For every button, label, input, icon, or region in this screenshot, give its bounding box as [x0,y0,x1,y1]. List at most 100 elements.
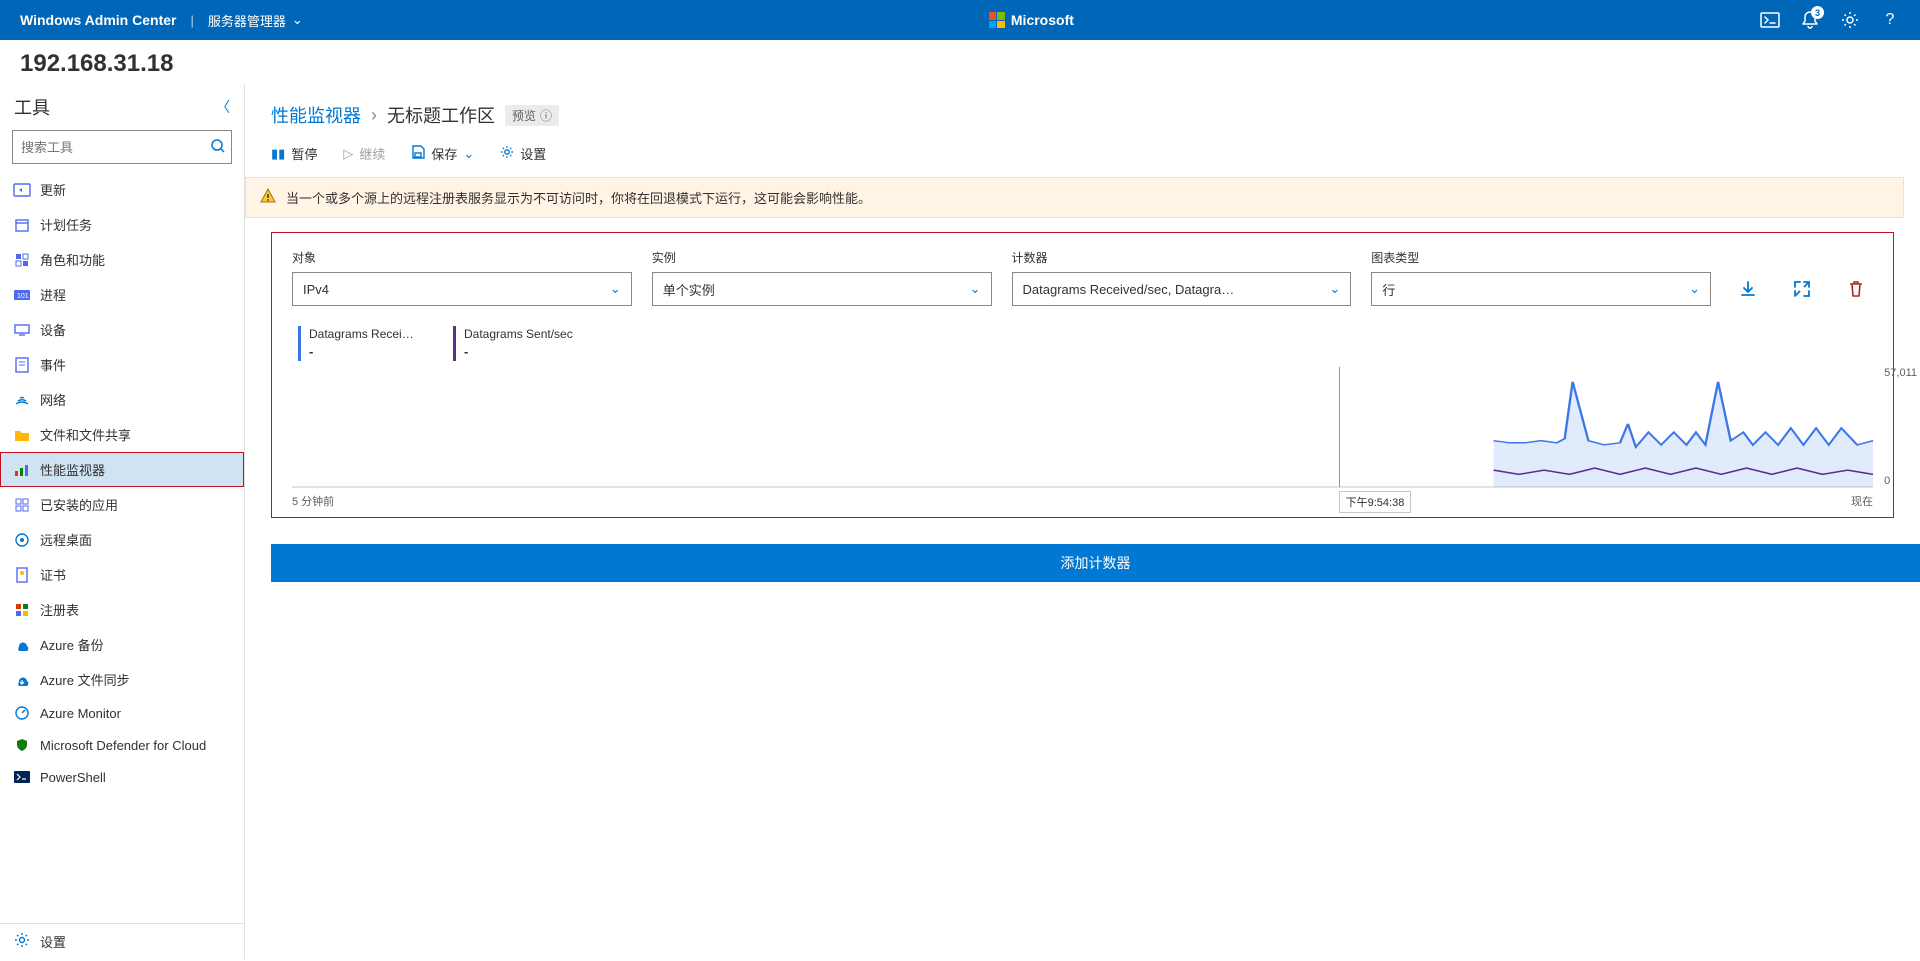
defender-icon [14,737,30,753]
tools-nav: 更新计划任务角色和功能 101进程设备事件网络文件和文件共享性能监视器已安装的应用… [0,172,244,923]
top-bar: Windows Admin Center | 服务器管理器 ⌄ Microsof… [0,0,1920,40]
instance-dropdown[interactable]: 单个实例 ⌄ [652,272,992,306]
sidebar-item-label: 证书 [40,565,66,584]
sidebar-item-rdp[interactable]: 远程桌面 [0,522,244,557]
notifications-button[interactable]: 3 [1800,10,1820,30]
events-icon [14,357,30,373]
sidebar-item-apps[interactable]: 已安装的应用 [0,487,244,522]
settings-button-toolbar[interactable]: 设置 [500,144,546,163]
update-icon [14,182,30,198]
chevron-down-icon: ⌄ [610,281,621,297]
notification-badge: 3 [1811,6,1824,19]
info-icon: ⓘ [540,107,552,124]
help-button[interactable]: ? [1880,10,1900,30]
chart-type-label: 图表类型 [1371,249,1711,266]
chevron-down-icon: ⌄ [1689,281,1700,297]
sidebar-item-defender[interactable]: Microsoft Defender for Cloud [0,729,244,761]
sidebar-item-azbackup[interactable]: Azure 备份 [0,627,244,662]
sidebar-item-label: 更新 [40,180,66,199]
sidebar-item-label: Azure 备份 [40,635,104,654]
tools-footer-settings[interactable]: 设置 [0,923,244,959]
delete-button[interactable] [1839,272,1873,306]
timeline-end: 现在 [1851,493,1873,509]
settings-button[interactable] [1840,10,1860,30]
azbackup-icon [14,637,30,653]
tools-search[interactable] [12,130,232,164]
chart-legend: Datagrams Received/s… - Datagrams Sent/s… [298,326,1873,361]
pause-icon: ▮▮ [271,146,285,162]
context-selector[interactable]: 服务器管理器 ⌄ [208,11,303,30]
sidebar-item-label: 网络 [40,390,66,409]
sidebar-item-label: 设备 [40,320,66,339]
calendar-icon [14,217,30,233]
sidebar-item-label: Azure 文件同步 [40,670,130,689]
tools-search-input[interactable] [13,140,205,155]
sidebar-item-device[interactable]: 设备 [0,312,244,347]
sidebar-item-azmon[interactable]: Azure Monitor [0,697,244,729]
perfmon-icon [14,462,30,478]
command-bar: ▮▮ 暂停 ▷ 继续 保存 ⌄ 设置 [245,138,1920,177]
y-max: 57,011 [1884,367,1917,379]
pause-button[interactable]: ▮▮ 暂停 [271,144,317,163]
breadcrumb: 性能监视器 › 无标题工作区 预览 ⓘ [245,84,1920,138]
warning-banner: 当一个或多个源上的远程注册表服务显示为不可访问时，你将在回退模式下运行，这可能会… [245,177,1904,218]
sidebar-item-cert[interactable]: 证书 [0,557,244,592]
sidebar-item-process[interactable]: 101进程 [0,277,244,312]
sidebar-item-registry[interactable]: 注册表 [0,592,244,627]
sidebar-item-label: 事件 [40,355,66,374]
server-name: 192.168.31.18 [0,40,1920,84]
network-icon [14,392,30,408]
brand: Microsoft [303,12,1760,28]
sidebar-item-files[interactable]: 文件和文件共享 [0,417,244,452]
chevron-down-icon: ⌄ [1329,281,1340,297]
sidebar-item-label: Microsoft Defender for Cloud [40,738,206,753]
chevron-down-icon: ⌄ [292,12,303,28]
download-button[interactable] [1731,272,1765,306]
tools-title: 工具 [14,94,50,120]
sidebar-item-ps[interactable]: PowerShell [0,761,244,793]
sidebar-item-perfmon[interactable]: 性能监视器 [0,452,244,487]
gear-icon [14,932,30,951]
sidebar-item-network[interactable]: 网络 [0,382,244,417]
save-button[interactable]: 保存 ⌄ [411,144,474,163]
resume-button: ▷ 继续 [343,144,385,163]
microsoft-logo-icon [989,12,1005,28]
sidebar-item-events[interactable]: 事件 [0,347,244,382]
main-pane: 性能监视器 › 无标题工作区 预览 ⓘ ▮▮ 暂停 ▷ 继续 保存 ⌄ [245,84,1920,959]
time-marker-line [1339,367,1340,487]
process-icon: 101 [14,287,30,303]
save-icon [411,145,425,162]
y-min: 0 [1884,475,1917,487]
sidebar-item-label: 文件和文件共享 [40,425,131,444]
apps-icon [14,497,30,513]
sidebar-item-label: PowerShell [40,770,106,785]
sidebar-item-calendar[interactable]: 计划任务 [0,207,244,242]
separator: | [190,13,193,28]
collapse-tools-button[interactable]: 〈 [216,97,230,117]
sidebar-item-label: 已安装的应用 [40,495,118,514]
chart-type-dropdown[interactable]: 行 ⌄ [1371,272,1711,306]
timeline-start: 5 分钟前 [292,493,334,509]
sidebar-item-label: 角色和功能 [40,250,105,269]
expand-button[interactable] [1785,272,1819,306]
breadcrumb-root[interactable]: 性能监视器 [271,102,361,128]
sidebar-item-label: 性能监视器 [40,460,105,479]
play-icon: ▷ [343,146,353,162]
object-dropdown[interactable]: IPv4 ⌄ [292,272,632,306]
features-icon [14,252,30,268]
chart-area: 57,011 0 [292,367,1873,487]
sidebar-item-label: Azure Monitor [40,706,121,721]
sidebar-item-update[interactable]: 更新 [0,172,244,207]
add-counter-button[interactable]: 添加计数器 [271,544,1920,582]
chart-timeline: 5 分钟前 下午9:54:38 现在 [292,493,1873,509]
sidebar-item-features[interactable]: 角色和功能 [0,242,244,277]
svg-text:101: 101 [17,293,29,300]
counter-dropdown[interactable]: Datagrams Received/sec, Datagrams Sent/s… [1012,272,1352,306]
product-title: Windows Admin Center [20,12,176,28]
sidebar-item-azfile[interactable]: Azure 文件同步 [0,662,244,697]
cloud-shell-button[interactable] [1760,10,1780,30]
sidebar-item-label: 注册表 [40,600,79,619]
rdp-icon [14,532,30,548]
files-icon [14,427,30,443]
legend-received: Datagrams Received/s… - [298,326,419,361]
